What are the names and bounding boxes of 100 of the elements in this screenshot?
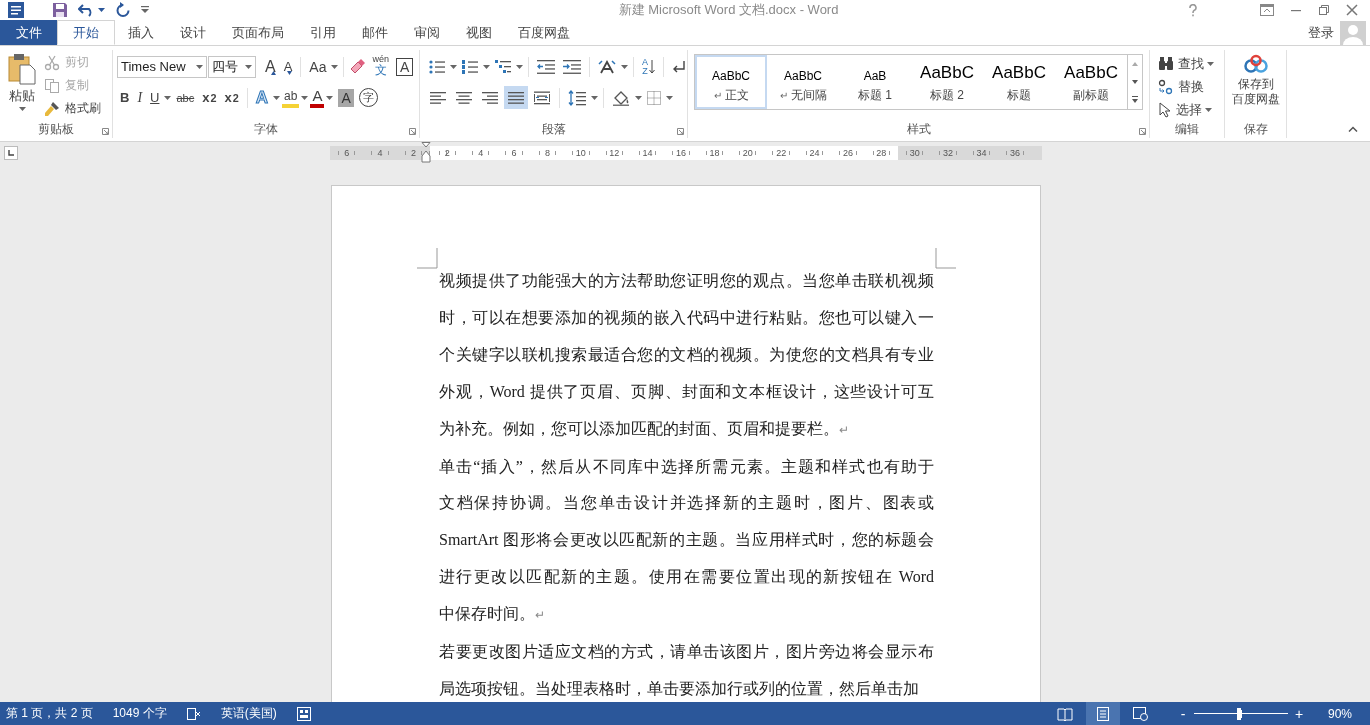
- multilevel-list-icon[interactable]: [495, 59, 511, 74]
- indent-marker-icon[interactable]: [421, 142, 432, 164]
- caret-icon[interactable]: [621, 64, 628, 69]
- caret-icon[interactable]: [635, 95, 642, 100]
- caret-icon[interactable]: [1207, 62, 1214, 66]
- restore-icon[interactable]: [1318, 4, 1330, 16]
- phonetic-guide-button[interactable]: wén 文: [369, 55, 392, 78]
- align-justify-button[interactable]: [504, 86, 528, 109]
- ribbon-tab[interactable]: 设计: [167, 20, 219, 45]
- font-color-button[interactable]: A: [310, 87, 325, 108]
- zoom-level[interactable]: 90%: [1309, 706, 1364, 721]
- style-option[interactable]: AaBbC 标题: [983, 55, 1055, 109]
- caret-icon[interactable]: [483, 64, 490, 69]
- font-name-field[interactable]: Times New: [117, 55, 207, 78]
- style-option[interactable]: AaB 标题 1: [839, 55, 911, 109]
- strikethrough-button[interactable]: abc: [173, 86, 198, 109]
- ribbon-tab[interactable]: 页面布局: [219, 20, 297, 45]
- paintbrush-icon[interactable]: [44, 100, 60, 117]
- tab-stop-selector[interactable]: [4, 146, 18, 160]
- help-icon[interactable]: [1188, 3, 1198, 17]
- ruler-number: 14: [642, 148, 653, 158]
- caret-icon[interactable]: [326, 95, 334, 100]
- dialog-launcher-icon[interactable]: [1139, 128, 1146, 135]
- save-to-cloud-button[interactable]: 保存到 百度网盘: [1231, 50, 1280, 107]
- read-mode-icon[interactable]: [1056, 706, 1073, 721]
- ribbon-tab[interactable]: 开始: [57, 20, 115, 45]
- decrease-indent-icon[interactable]: [537, 59, 555, 74]
- asian-layout-icon[interactable]: [598, 59, 616, 74]
- dialog-launcher-icon[interactable]: [102, 128, 109, 135]
- zoom-out-button[interactable]: -: [1177, 705, 1188, 722]
- language-indicator[interactable]: 英语(美国): [220, 705, 277, 722]
- collapse-ribbon-icon[interactable]: [1348, 126, 1358, 132]
- numbered-list-icon[interactable]: [462, 59, 478, 74]
- dialog-launcher-icon[interactable]: [677, 128, 684, 135]
- eraser-icon[interactable]: [349, 58, 368, 75]
- character-border-button[interactable]: A: [396, 57, 414, 76]
- increase-indent-icon[interactable]: [563, 59, 581, 74]
- word-logo-icon[interactable]: [8, 2, 24, 18]
- caret-icon[interactable]: [450, 64, 457, 69]
- caret-icon[interactable]: [196, 64, 203, 69]
- ribbon-tab[interactable]: 邮件: [349, 20, 401, 45]
- paste-button[interactable]: 粘贴: [0, 50, 44, 121]
- line-spacing-icon[interactable]: [568, 89, 586, 106]
- underline-button[interactable]: U: [147, 86, 163, 109]
- sign-in-link[interactable]: 登录: [1308, 23, 1334, 42]
- macro-icon[interactable]: [296, 706, 311, 721]
- caret-icon[interactable]: [516, 64, 523, 69]
- caret-icon[interactable]: [331, 64, 339, 69]
- zoom-in-button[interactable]: +: [1293, 705, 1304, 722]
- select-button[interactable]: 选择: [1158, 99, 1202, 121]
- dialog-launcher-icon[interactable]: [409, 128, 416, 135]
- caret-icon[interactable]: [666, 95, 673, 100]
- change-case-button[interactable]: Aa: [306, 55, 330, 78]
- shrink-font-button[interactable]: A: [280, 55, 296, 78]
- caret-icon[interactable]: [98, 8, 105, 12]
- sort-button[interactable]: A Z: [639, 55, 658, 78]
- caret-icon[interactable]: [273, 95, 280, 100]
- find-button[interactable]: 查找: [1158, 53, 1204, 75]
- web-layout-icon[interactable]: [1132, 706, 1149, 721]
- paint-bucket-icon[interactable]: [612, 89, 630, 106]
- caret-icon[interactable]: [18, 107, 26, 111]
- replace-button[interactable]: 替换: [1158, 76, 1204, 98]
- bulleted-list-icon[interactable]: [429, 59, 445, 74]
- proofing-icon[interactable]: [186, 706, 201, 721]
- paragraph-mark-icon[interactable]: [672, 59, 686, 74]
- highlight-button[interactable]: ab: [282, 87, 300, 108]
- paragraph: 单击“插入”，然后从不同库中选择所需元素。主题和样式也有助于 文档保持协调。当您单击设计并选择新的主题时，图片、图表或 SmartArt 图形将会更改以匹配新的主题。当应用样式时，您的标题会 进行更改以匹配新的主题。使用在需要位置出现的新按钮在 Word 中保存时间。↵: [439, 456, 934, 625]
- ruler-number: 20: [742, 148, 753, 158]
- redo-icon[interactable]: [115, 2, 131, 18]
- caret-icon[interactable]: [591, 95, 598, 100]
- ribbon-tab[interactable]: 审阅: [401, 20, 453, 45]
- caret-icon[interactable]: [1205, 108, 1212, 112]
- bold-button[interactable]: B: [117, 86, 133, 109]
- style-option[interactable]: AaBbC 标题 2: [911, 55, 983, 109]
- close-icon[interactable]: [1346, 4, 1358, 16]
- style-option[interactable]: AaBbC 副标题: [1055, 55, 1127, 109]
- save-icon[interactable]: [52, 2, 68, 18]
- binoculars-icon: [1158, 57, 1174, 71]
- ribbon-tab[interactable]: 插入: [115, 20, 167, 45]
- italic-button[interactable]: I: [134, 86, 146, 109]
- ribbon-tab[interactable]: 引用: [297, 20, 349, 45]
- style-option[interactable]: AaBbC ↵ 正文: [695, 55, 767, 109]
- character-shading-button[interactable]: A: [338, 88, 354, 107]
- ribbon-display-icon[interactable]: [1260, 4, 1274, 16]
- caret-icon[interactable]: [245, 64, 252, 69]
- caret-icon[interactable]: [164, 95, 172, 100]
- print-layout-icon[interactable]: [1095, 706, 1110, 721]
- crop-mark: [417, 248, 438, 269]
- font-size-field[interactable]: 四号: [208, 55, 256, 78]
- ribbon-tab[interactable]: 视图: [453, 20, 505, 45]
- caret-icon[interactable]: [301, 95, 309, 100]
- file-tab[interactable]: 文件: [0, 20, 57, 45]
- customize-icon[interactable]: [141, 6, 149, 14]
- grow-font-button[interactable]: A: [262, 55, 279, 78]
- zoom-thumb[interactable]: [1237, 707, 1242, 720]
- view-button[interactable]: [1085, 702, 1120, 725]
- painter-button[interactable]: 格式刷: [44, 98, 101, 119]
- style-option[interactable]: AaBbC ↵ 无间隔: [767, 55, 839, 109]
- ribbon-tab[interactable]: 百度网盘: [505, 20, 583, 45]
- zoom-slider[interactable]: [1193, 707, 1288, 720]
